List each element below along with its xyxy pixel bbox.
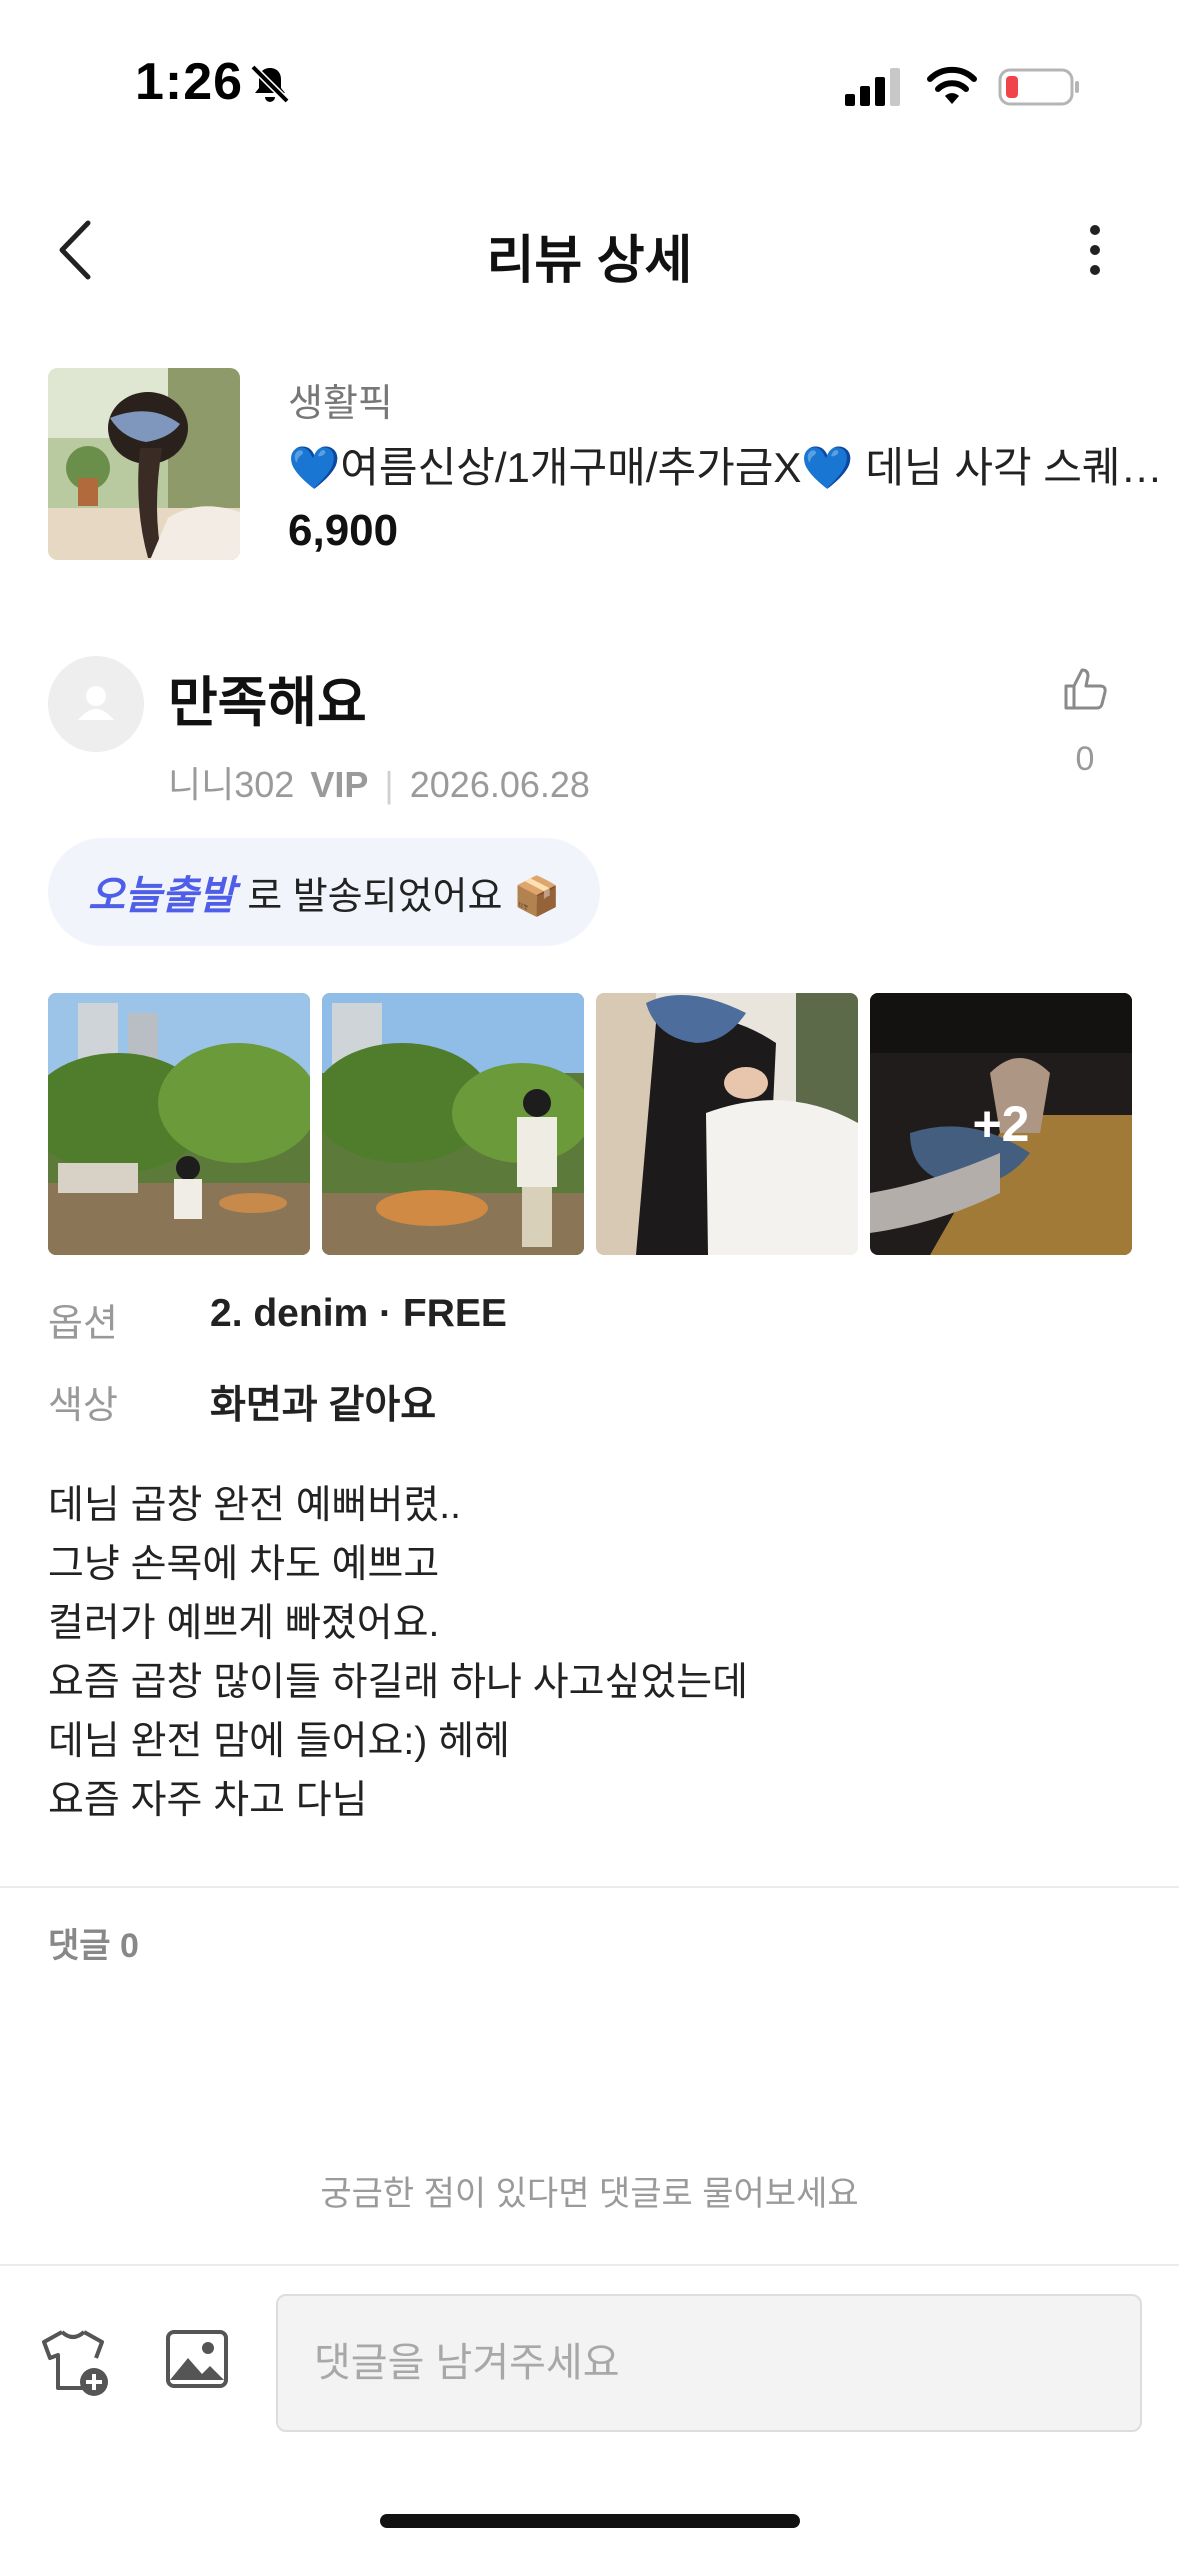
- thumbs-up-icon[interactable]: [1060, 664, 1110, 714]
- comment-empty-text: 궁금한 점이 있다면 댓글로 물어보세요: [320, 2175, 859, 2213]
- image-icon[interactable]: [162, 2324, 232, 2394]
- avatar[interactable]: [48, 656, 144, 752]
- review-body-line: 데님 완전 맘에 들어요:) 헤헤: [48, 1720, 510, 1763]
- review-body-line: 컬러가 예쁘게 빠졌어요.: [48, 1602, 440, 1645]
- product-brand: 생활픽: [288, 383, 393, 425]
- review-photo[interactable]: [48, 993, 310, 1255]
- product-card[interactable]: 생활픽 💙여름신상/1개구매/추가금X💙 데님 사각 스퀘어 곱창 6,900: [48, 368, 1178, 562]
- review-title: 만족해요: [168, 673, 367, 733]
- comment-input[interactable]: [276, 2294, 1142, 2432]
- nav-bar: 리뷰 상세: [0, 190, 1179, 310]
- review-author: 니니302: [168, 764, 295, 805]
- more-vertical-icon[interactable]: [1070, 215, 1120, 285]
- review-date: 2026.06.28: [409, 764, 590, 805]
- shipping-badge: 오늘출발 로 발송되었어요 📦: [48, 838, 601, 946]
- author-grade-badge: VIP: [310, 764, 369, 805]
- wifi-icon: [927, 66, 977, 104]
- review-body-line: 요즘 자주 차고 다님: [48, 1779, 368, 1822]
- signal-icon: [845, 68, 900, 106]
- product-name[interactable]: 💙여름신상/1개구매/추가금X💙 데님 사각 스퀘어 곱창: [288, 434, 1178, 495]
- review-photo[interactable]: [322, 993, 584, 1255]
- review-body-line: 그냥 손목에 차도 예쁘고: [48, 1543, 440, 1586]
- user-icon: [78, 686, 114, 720]
- meta-separator: |: [384, 764, 394, 805]
- status-time: 1:26: [135, 53, 244, 111]
- home-indicator: [380, 2514, 800, 2528]
- shipping-brand: 오늘출발: [88, 874, 236, 918]
- review-photos: +2: [48, 993, 1132, 1255]
- review-meta: 니니302 VIP | 2026.06.28: [168, 756, 590, 808]
- review-photo[interactable]: [596, 993, 858, 1255]
- like-count: 0: [1075, 740, 1095, 778]
- color-label: 색상: [48, 1385, 118, 1427]
- review-body-line: 요즘 곱창 많이들 하길래 하나 사고싶었는데: [48, 1661, 749, 1704]
- battery-icon: [998, 68, 1079, 106]
- option-label: 옵션: [48, 1303, 118, 1345]
- more-photos-count: +2: [870, 993, 1132, 1255]
- section-divider: [0, 1886, 1179, 1888]
- product-thumbnail[interactable]: [48, 368, 240, 560]
- review-body-line: 데님 곱창 완전 예뻐버렸..: [48, 1484, 461, 1527]
- tshirt-add-icon[interactable]: [38, 2322, 118, 2402]
- color-value: 화면과 같아요: [210, 1384, 437, 1427]
- bell-off-icon: [250, 64, 290, 104]
- status-bar: 1:26: [0, 0, 1179, 170]
- shipping-text: 로 발송되었어요 📦: [247, 875, 561, 918]
- more-photos-tile[interactable]: +2: [870, 993, 1132, 1255]
- option-value: 2. denim · FREE: [210, 1292, 507, 1335]
- review-body: 데님 곱창 완전 예뻐버렸.. 그냥 손목에 차도 예쁘고 컬러가 예쁘게 빠졌…: [48, 1476, 1138, 1830]
- comment-bar: [0, 2264, 1179, 2434]
- page-title: 리뷰 상세: [486, 232, 693, 290]
- product-price: 6,900: [288, 506, 399, 555]
- comment-count: 댓글 0: [48, 1927, 139, 1965]
